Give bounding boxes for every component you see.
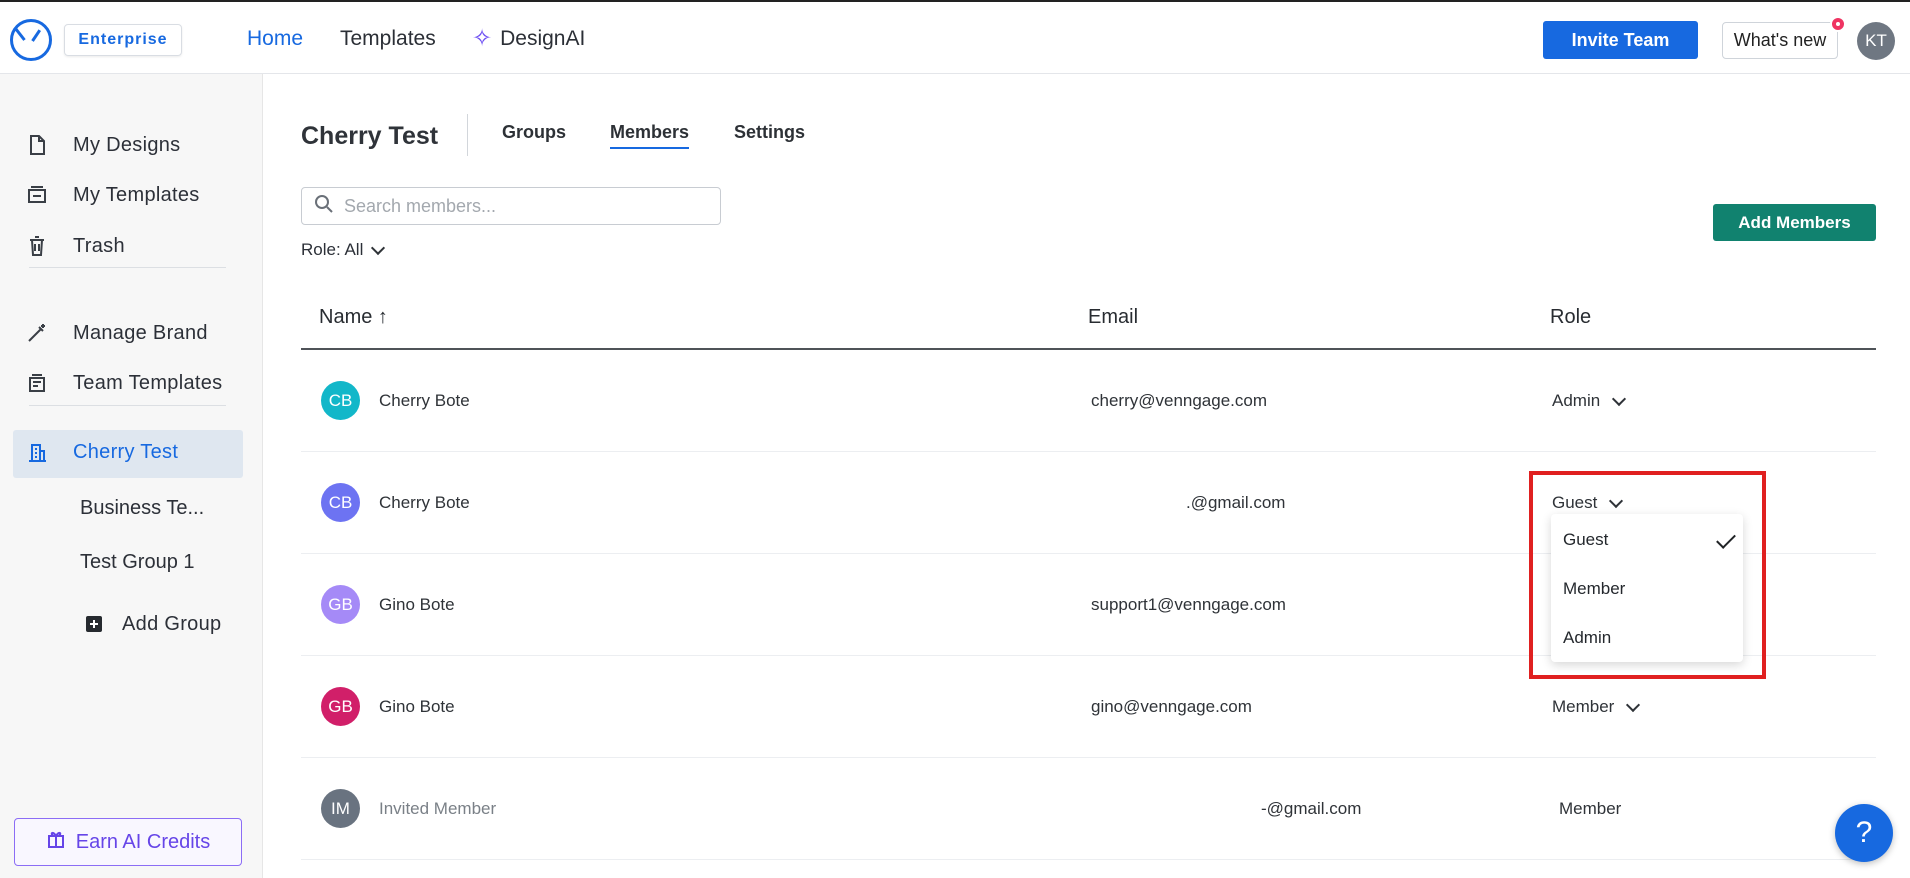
building-icon bbox=[25, 440, 49, 464]
member-avatar: CB bbox=[321, 483, 360, 522]
sidebar-label-manage-brand: Manage Brand bbox=[73, 321, 208, 344]
member-avatar: IM bbox=[321, 789, 360, 828]
chevron-down-icon bbox=[1626, 697, 1641, 712]
member-avatar: GB bbox=[321, 687, 360, 726]
invite-team-button[interactable]: Invite Team bbox=[1543, 21, 1698, 59]
member-email: .@gmail.com bbox=[1186, 493, 1286, 512]
selection-highlight-box bbox=[1529, 471, 1766, 679]
member-email: support1@venngage.com bbox=[1091, 595, 1286, 614]
sort-ascending-icon: ↑ bbox=[377, 306, 388, 328]
sparkle-icon: ✧ bbox=[472, 25, 493, 52]
role-column-header: Role bbox=[1550, 306, 1592, 328]
nav-designai-label: DesignAI bbox=[500, 27, 586, 50]
help-button[interactable]: ? bbox=[1835, 804, 1893, 862]
sidebar-item-business-team[interactable]: Business Te... bbox=[80, 497, 204, 520]
template-icon bbox=[25, 183, 49, 207]
chevron-down-icon bbox=[1612, 391, 1627, 406]
plan-badge: Enterprise bbox=[64, 24, 182, 56]
sidebar-divider bbox=[29, 405, 226, 406]
tab-members[interactable]: Members bbox=[610, 122, 690, 149]
table-row: CB Cherry Bote cherry@venngage.com Admin bbox=[301, 350, 1876, 452]
sidebar-label-my-templates: My Templates bbox=[73, 183, 200, 206]
tab-groups[interactable]: Groups bbox=[502, 122, 566, 143]
magic-wand-icon bbox=[25, 321, 49, 345]
trash-icon bbox=[25, 234, 49, 258]
member-name: Cherry Bote bbox=[379, 391, 470, 410]
chevron-down-icon bbox=[371, 240, 386, 255]
role-value: Member bbox=[1559, 799, 1622, 818]
table-row: IM Invited Member -@gmail.com Member bbox=[301, 758, 1876, 860]
tab-settings[interactable]: Settings bbox=[734, 122, 805, 143]
document-icon bbox=[25, 133, 49, 157]
member-email: cherry@venngage.com bbox=[1091, 391, 1268, 410]
sidebar-item-cherry-test[interactable]: Cherry Test bbox=[25, 432, 245, 472]
member-avatar: GB bbox=[321, 585, 360, 624]
venngage-logo[interactable] bbox=[10, 19, 52, 61]
title-divider bbox=[467, 114, 468, 156]
member-search-field[interactable] bbox=[301, 187, 721, 225]
gift-icon bbox=[46, 829, 66, 855]
name-header-label: Name bbox=[319, 306, 373, 328]
role-filter-label: Role: All bbox=[301, 240, 364, 259]
user-avatar[interactable]: KT bbox=[1857, 22, 1895, 60]
sidebar-item-trash[interactable]: Trash bbox=[25, 226, 245, 266]
role-filter-dropdown[interactable]: Role: All bbox=[301, 240, 386, 260]
sidebar-divider bbox=[29, 267, 226, 268]
nav-templates[interactable]: Templates bbox=[340, 27, 436, 51]
sidebar-item-my-designs[interactable]: My Designs bbox=[25, 125, 245, 165]
sidebar-label-team-templates: Team Templates bbox=[73, 371, 223, 394]
notification-badge-icon bbox=[1830, 16, 1846, 32]
sidebar-label-my-designs: My Designs bbox=[73, 133, 181, 156]
plus-square-icon bbox=[82, 612, 106, 636]
sidebar-label-cherry-test: Cherry Test bbox=[73, 440, 179, 463]
search-icon bbox=[314, 194, 334, 219]
sidebar-item-manage-brand[interactable]: Manage Brand bbox=[25, 313, 245, 353]
email-column-header: Email bbox=[1088, 306, 1139, 328]
search-input[interactable] bbox=[344, 195, 704, 217]
member-name: Invited Member bbox=[379, 799, 497, 818]
earn-ai-credits-label: Earn AI Credits bbox=[75, 830, 211, 853]
add-group-button[interactable]: Add Group bbox=[82, 604, 242, 644]
nav-home[interactable]: Home bbox=[247, 27, 303, 51]
sidebar-item-my-templates[interactable]: My Templates bbox=[25, 175, 245, 215]
role-value: Admin bbox=[1552, 391, 1601, 410]
sidebar-label-trash: Trash bbox=[73, 234, 125, 257]
whats-new-button[interactable]: What's new bbox=[1722, 22, 1838, 59]
add-members-button[interactable]: Add Members bbox=[1713, 204, 1876, 241]
role-select[interactable]: Admin bbox=[1552, 391, 1627, 411]
member-email: gino@venngage.com bbox=[1091, 697, 1252, 716]
sidebar-item-test-group[interactable]: Test Group 1 bbox=[80, 551, 195, 574]
add-group-label: Add Group bbox=[122, 612, 222, 635]
member-name: Cherry Bote bbox=[379, 493, 470, 512]
name-column-header[interactable]: Name ↑ bbox=[319, 306, 388, 329]
page-title: Cherry Test bbox=[301, 122, 439, 150]
earn-ai-credits-button[interactable]: Earn AI Credits bbox=[14, 818, 242, 866]
nav-designai[interactable]: ✧ DesignAI bbox=[472, 27, 585, 51]
role-value: Member bbox=[1552, 697, 1615, 716]
sidebar: My Designs My Templates Trash Manage Bra… bbox=[0, 74, 263, 878]
member-email: -@gmail.com bbox=[1261, 799, 1362, 818]
sidebar-item-team-templates[interactable]: Team Templates bbox=[25, 363, 245, 403]
table-header: Name ↑ Email Role bbox=[301, 287, 1876, 350]
member-name: Gino Bote bbox=[379, 595, 455, 614]
member-name: Gino Bote bbox=[379, 697, 455, 716]
team-template-icon bbox=[25, 371, 49, 395]
member-avatar: CB bbox=[321, 381, 360, 420]
role-select[interactable]: Member bbox=[1552, 697, 1641, 717]
top-navigation: Enterprise Home Templates ✧ DesignAI Inv… bbox=[0, 0, 1910, 74]
